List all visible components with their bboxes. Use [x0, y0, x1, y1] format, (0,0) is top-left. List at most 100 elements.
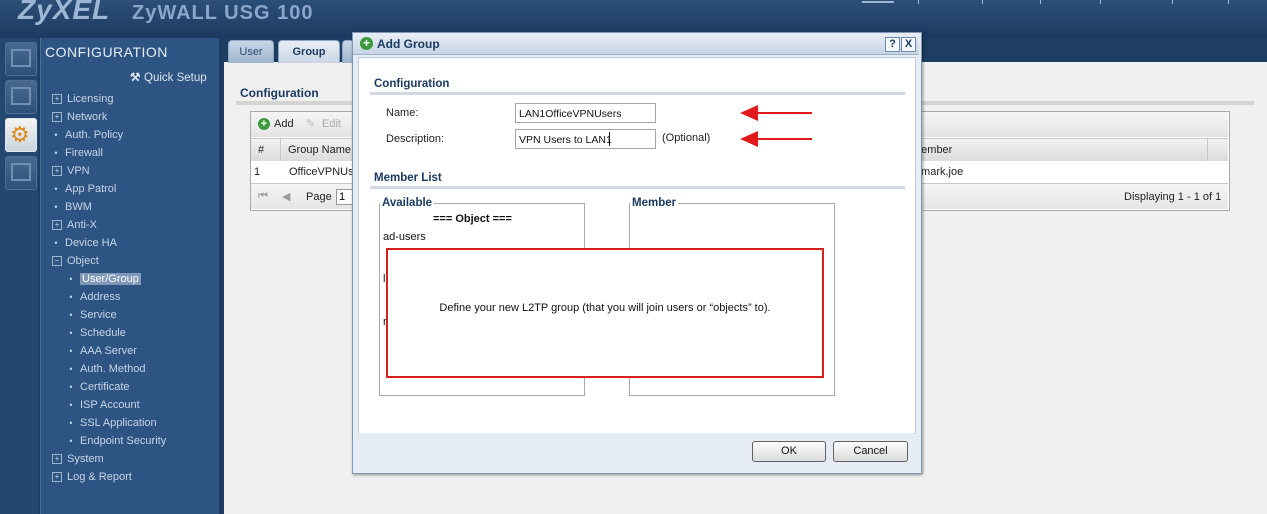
sidebar-item-label: Device HA: [65, 237, 117, 249]
header-link-underline[interactable]: [862, 1, 894, 3]
tab-user[interactable]: User: [228, 40, 274, 63]
sidebar-item-ssl-application[interactable]: • SSL Application: [67, 414, 157, 432]
sidebar-item-user-group[interactable]: • User/Group: [67, 270, 141, 288]
prev-page-icon[interactable]: ◀: [282, 190, 290, 203]
object-heading: === Object ===: [433, 213, 512, 225]
bullet-icon: •: [69, 418, 73, 428]
bullet-icon: •: [54, 238, 58, 248]
sidebar-item-service[interactable]: • Service: [67, 306, 117, 324]
close-icon[interactable]: X: [901, 37, 916, 52]
sidebar-item-label: Object: [67, 255, 99, 267]
header-divider: [1100, 0, 1101, 4]
sidebar-item-isp-account[interactable]: • ISP Account: [67, 396, 140, 414]
sidebar-item-label: ISP Account: [80, 399, 140, 411]
bullet-icon: •: [69, 382, 73, 392]
sidebar-item-firewall[interactable]: • Firewall: [52, 144, 103, 162]
dashboard-icon[interactable]: [5, 42, 37, 76]
optional-hint: (Optional): [662, 132, 711, 144]
sidebar-item-anti-x[interactable]: + Anti-X: [52, 216, 97, 234]
description-input[interactable]: VPN Users to LAN1: [515, 129, 656, 149]
sidebar-item-aaa-server[interactable]: • AAA Server: [67, 342, 136, 360]
sidebar-item-licensing[interactable]: + Licensing: [52, 90, 113, 108]
bullet-icon: •: [69, 274, 73, 284]
available-label: Available: [380, 197, 435, 209]
annotation-arrowhead: [740, 131, 758, 147]
expand-icon: +: [52, 112, 62, 123]
column-header-index[interactable]: #: [258, 144, 264, 156]
sidebar-item-label: Schedule: [80, 327, 126, 339]
bullet-icon: •: [54, 130, 58, 140]
available-item[interactable]: ad-users: [383, 231, 426, 243]
bullet-icon: •: [69, 310, 73, 320]
dialog-footer: [358, 433, 914, 469]
sidebar-item-address[interactable]: • Address: [67, 288, 120, 306]
collapse-icon: −: [52, 256, 62, 267]
header-divider: [918, 0, 919, 4]
sidebar-item-system[interactable]: + System: [52, 450, 104, 468]
row-index: 1: [254, 166, 261, 178]
add-button[interactable]: + Add: [258, 118, 294, 131]
sidebar-item-label: Address: [80, 291, 121, 303]
bullet-icon: •: [54, 184, 58, 194]
configuration-gear-icon[interactable]: ⚙: [5, 118, 37, 152]
sidebar-item-network[interactable]: + Network: [52, 108, 107, 126]
section-divider: [370, 186, 905, 189]
sidebar-item-auth-policy[interactable]: • Auth. Policy: [52, 126, 123, 144]
configuration-title: CONFIGURATION: [45, 44, 168, 60]
header-divider: [1040, 0, 1041, 4]
annotation-arrow: [756, 112, 812, 114]
zyxel-logo: ZyXEL: [18, 0, 111, 25]
product-name: ZyWALL USG 100: [132, 2, 314, 24]
expand-icon: +: [52, 454, 62, 465]
sidebar-item-log-report[interactable]: + Log & Report: [52, 468, 132, 486]
sidebar-item-label: Auth. Policy: [65, 129, 124, 141]
annotation-callout-text: Define your new L2TP group (that you wil…: [439, 302, 771, 314]
quick-setup-link[interactable]: ⚒ Quick Setup: [130, 70, 207, 84]
tab-group[interactable]: Group: [278, 40, 340, 63]
sidebar-item-label: Endpoint Security: [80, 435, 167, 447]
sidebar-item-label: User/Group: [80, 273, 141, 285]
sidebar-item-schedule[interactable]: • Schedule: [67, 324, 126, 342]
help-icon[interactable]: ?: [885, 37, 900, 52]
sidebar-item-vpn[interactable]: + VPN: [52, 162, 90, 180]
first-page-icon[interactable]: ⏮: [258, 190, 268, 203]
sidebar-item-label: Anti-X: [67, 219, 97, 231]
expand-icon: +: [52, 166, 62, 177]
bullet-icon: •: [54, 202, 58, 212]
row-member: ,mark,joe: [918, 166, 964, 178]
maintenance-icon[interactable]: [5, 156, 37, 190]
sidebar-item-endpoint-security[interactable]: • Endpoint Security: [67, 432, 166, 450]
expand-icon: +: [52, 94, 62, 105]
sidebar-item-auth-method[interactable]: • Auth. Method: [67, 360, 145, 378]
sidebar-item-device-ha[interactable]: • Device HA: [52, 234, 117, 252]
sidebar-item-label: Licensing: [67, 93, 114, 105]
bullet-icon: •: [69, 400, 73, 410]
description-label: Description:: [386, 133, 445, 145]
add-icon: +: [258, 118, 270, 131]
config-section-title: Configuration: [374, 78, 450, 90]
column-divider: [280, 139, 281, 161]
bullet-icon: •: [69, 436, 73, 446]
cancel-button[interactable]: Cancel: [833, 441, 908, 462]
sidebar-item-label: App Patrol: [65, 183, 117, 195]
sidebar-item-bwm[interactable]: • BWM: [52, 198, 91, 216]
sidebar-item-label: Service: [80, 309, 117, 321]
dialog-title: Add Group: [377, 37, 440, 51]
ok-button[interactable]: OK: [752, 441, 826, 462]
sidebar-item-label: SSL Application: [80, 417, 157, 429]
monitor-icon[interactable]: [5, 80, 37, 114]
annotation-arrow: [756, 138, 812, 140]
name-input[interactable]: LAN1OfficeVPNUsers: [515, 103, 656, 123]
bullet-icon: •: [69, 346, 73, 356]
wrench-icon: ⚒: [130, 72, 141, 84]
column-header-group-name[interactable]: Group Name: [288, 144, 351, 156]
paging-status: Displaying 1 - 1 of 1: [1124, 191, 1222, 203]
sidebar-item-label: Firewall: [65, 147, 103, 159]
sidebar-item-certificate[interactable]: • Certificate: [67, 378, 129, 396]
sidebar-item-object[interactable]: − Object: [52, 252, 99, 270]
sidebar-item-app-patrol[interactable]: • App Patrol: [52, 180, 116, 198]
column-divider: [1207, 139, 1208, 161]
header-divider: [982, 0, 983, 4]
member-label: Member: [630, 197, 679, 209]
edit-button[interactable]: ✎ Edit: [306, 118, 341, 130]
